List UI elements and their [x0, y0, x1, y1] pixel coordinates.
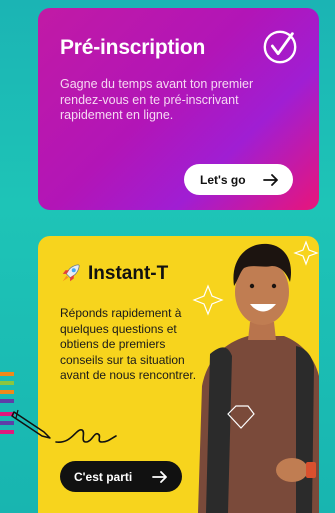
arrow-right-icon [263, 173, 278, 186]
instant-t-card[interactable]: Instant-T Réponds rapidement à quelques … [38, 236, 319, 513]
preinscription-card[interactable]: Pré-inscription Gagne du temps avant ton… [38, 8, 319, 210]
preinscription-title: Pré-inscription [60, 36, 206, 59]
signature-icon [55, 429, 117, 443]
cest-parti-label: C'est parti [74, 469, 133, 484]
cest-parti-button[interactable]: C'est parti [60, 461, 182, 492]
pencil-icon [11, 409, 51, 439]
instant-t-title: Instant-T [88, 263, 169, 284]
student-photo [192, 240, 319, 513]
rocket-icon [62, 264, 80, 282]
arrow-right-icon [152, 470, 167, 483]
lets-go-button[interactable]: Let's go [184, 164, 293, 195]
lets-go-label: Let's go [200, 172, 246, 187]
check-circle-icon [263, 30, 297, 64]
preinscription-description: Gagne du temps avant ton premier rendez-… [60, 77, 254, 122]
